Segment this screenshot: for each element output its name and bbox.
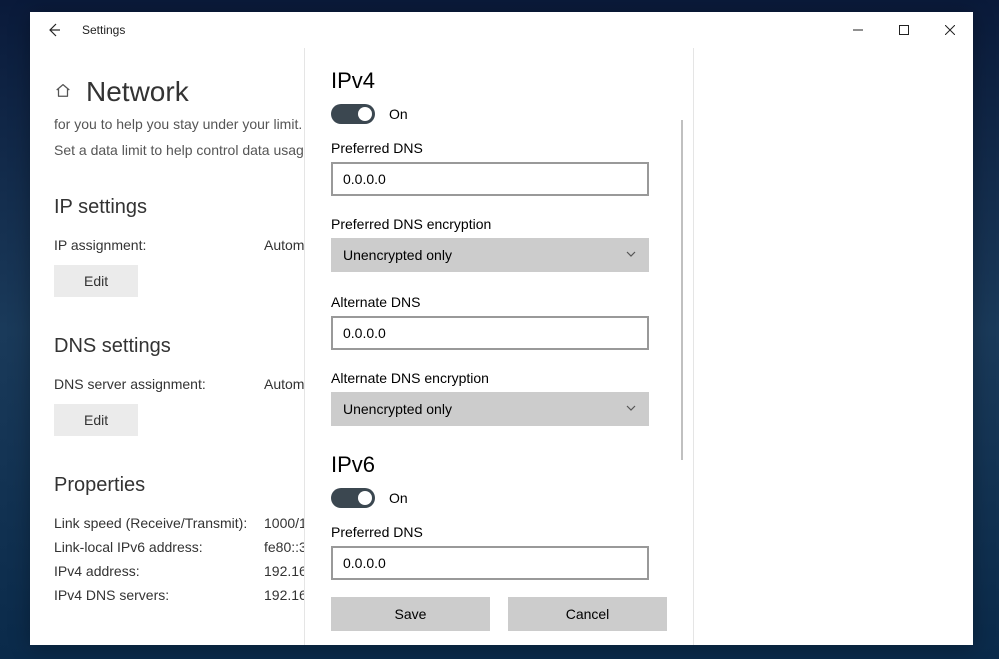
property-label: IPv4 address: — [54, 563, 264, 579]
dns-assignment-label: DNS server assignment: — [54, 376, 264, 392]
minimize-button[interactable] — [835, 12, 881, 48]
chevron-down-icon — [625, 401, 637, 417]
close-icon — [945, 25, 955, 35]
save-button[interactable]: Save — [331, 597, 490, 631]
ipv4-header: IPv4 — [331, 68, 667, 94]
maximize-button[interactable] — [881, 12, 927, 48]
chevron-down-icon — [625, 247, 637, 263]
ipv6-toggle[interactable] — [331, 488, 375, 508]
ipv4-preferred-encryption-label: Preferred DNS encryption — [331, 216, 667, 232]
dns-edit-dialog: IPv4 On Preferred DNS Preferred DNS encr… — [304, 48, 694, 645]
property-label: Link speed (Receive/Transmit): — [54, 515, 264, 531]
maximize-icon — [899, 25, 909, 35]
window-controls — [835, 12, 973, 48]
dialog-actions: Save Cancel — [305, 589, 693, 645]
ipv4-preferred-encryption-select[interactable]: Unencrypted only — [331, 238, 649, 272]
settings-window: Settings Network for you to help you sta… — [30, 12, 973, 645]
back-arrow-icon — [46, 22, 62, 38]
ipv4-toggle[interactable] — [331, 104, 375, 124]
close-button[interactable] — [927, 12, 973, 48]
ipv4-alternate-dns-label: Alternate DNS — [331, 294, 667, 310]
property-value: fe80::3 — [264, 539, 307, 555]
ipv6-preferred-dns-input[interactable] — [331, 546, 649, 580]
ipv4-toggle-label: On — [389, 106, 408, 122]
minimize-icon — [853, 25, 863, 35]
ipv6-preferred-dns-label: Preferred DNS — [331, 524, 667, 540]
ipv4-preferred-encryption-value: Unencrypted only — [343, 247, 452, 263]
ipv4-alternate-encryption-select[interactable]: Unencrypted only — [331, 392, 649, 426]
dialog-body: IPv4 On Preferred DNS Preferred DNS encr… — [305, 48, 693, 589]
page-title: Network — [86, 76, 189, 108]
ipv4-preferred-dns-input[interactable] — [331, 162, 649, 196]
ipv4-alternate-dns-input[interactable] — [331, 316, 649, 350]
titlebar-title: Settings — [82, 23, 125, 37]
ip-edit-button[interactable]: Edit — [54, 265, 138, 297]
ipv4-alternate-encryption-label: Alternate DNS encryption — [331, 370, 667, 386]
dialog-scrollbar[interactable] — [681, 120, 683, 460]
ipv4-alternate-encryption-value: Unencrypted only — [343, 401, 452, 417]
ipv6-toggle-label: On — [389, 490, 408, 506]
ipv6-header: IPv6 — [331, 452, 667, 478]
ipv4-preferred-dns-label: Preferred DNS — [331, 140, 667, 156]
property-label: IPv4 DNS servers: — [54, 587, 264, 603]
cancel-button[interactable]: Cancel — [508, 597, 667, 631]
home-icon — [54, 81, 72, 104]
dns-edit-button[interactable]: Edit — [54, 404, 138, 436]
back-button[interactable] — [34, 12, 74, 48]
ip-assignment-label: IP assignment: — [54, 237, 264, 253]
property-label: Link-local IPv6 address: — [54, 539, 264, 555]
titlebar: Settings — [30, 12, 973, 48]
